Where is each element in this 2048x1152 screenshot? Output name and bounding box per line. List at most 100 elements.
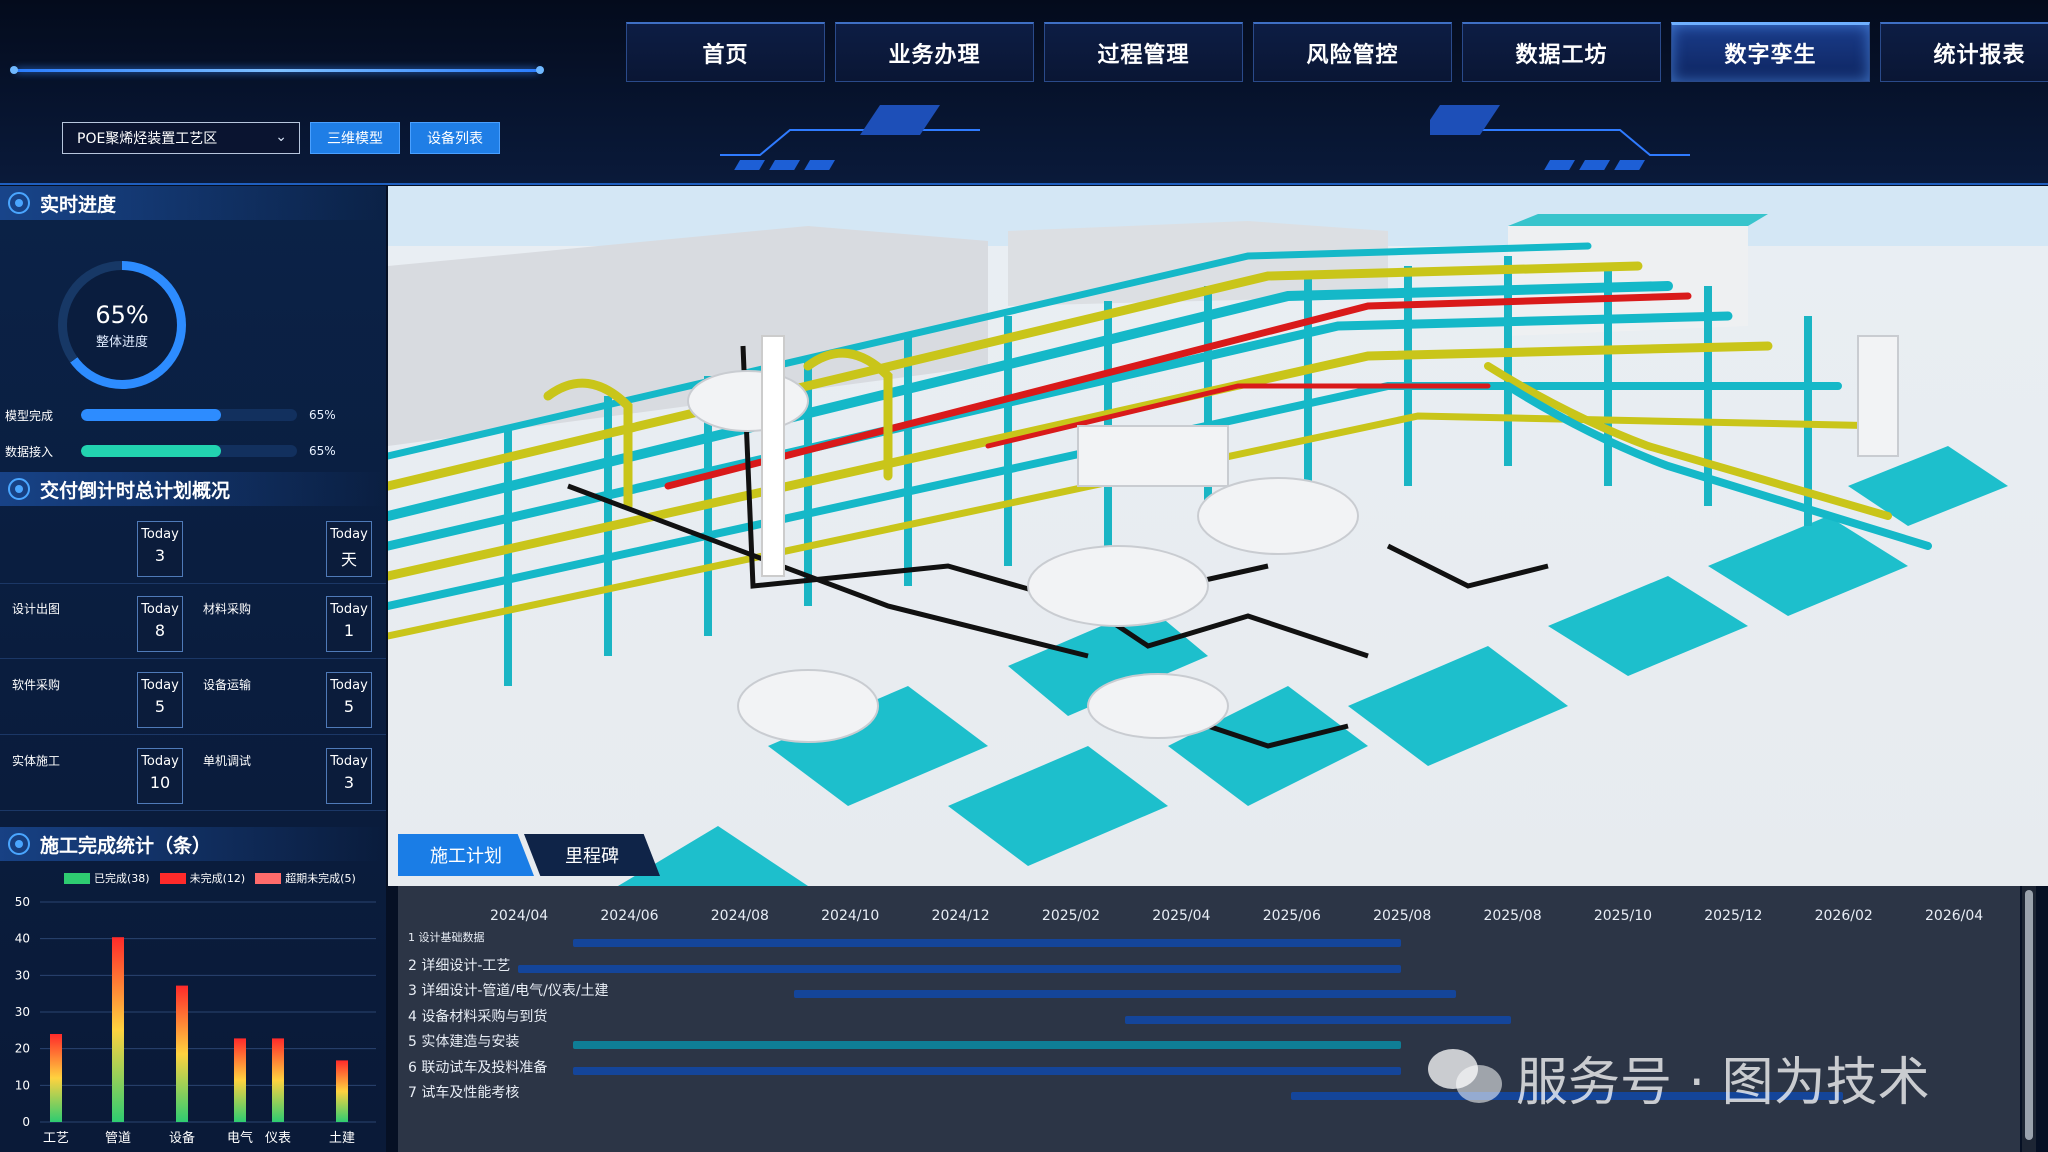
header-decor-line xyxy=(10,66,544,74)
area-select[interactable]: POE聚烯烃装置工艺区 ⌄ xyxy=(62,122,300,154)
main-nav: 首页 业务办理 过程管理 风险管控 数据工坊 数字孪生 统计报表 xyxy=(626,22,2048,82)
nav-business[interactable]: 业务办理 xyxy=(835,22,1034,82)
overall-progress-label: 整体进度 xyxy=(95,334,148,350)
bar-设备[interactable] xyxy=(176,985,188,1122)
countdown-box: Today 10 xyxy=(137,748,183,804)
x-tick-label: 电气 xyxy=(227,1130,253,1146)
countdown-title-text: 交付倒计时总计划概况 xyxy=(40,479,231,502)
gantt-month-label: 2025/08 xyxy=(1483,908,1542,924)
bar-仪表[interactable] xyxy=(272,1038,284,1122)
countdown-row: 设计出图 Today 8 材料采购 Today 1 xyxy=(0,589,386,659)
nav-digital-twin[interactable]: 数字孪生 xyxy=(1671,22,1870,82)
legend-item: 未完成(12) xyxy=(159,870,245,886)
gantt-bar[interactable] xyxy=(1125,1015,1512,1024)
countdown-value: 天 xyxy=(340,550,357,569)
nav-process[interactable]: 过程管理 xyxy=(1044,22,1243,82)
3d-model-viewport[interactable] xyxy=(388,186,2048,886)
today-label: Today xyxy=(141,602,179,617)
countdown-box: Today 8 xyxy=(137,596,183,652)
today-label: Today xyxy=(141,527,179,542)
top-header: 首页 业务办理 过程管理 风险管控 数据工坊 数字孪生 统计报表 POE聚烯烃装… xyxy=(0,0,2048,185)
target-icon xyxy=(8,478,30,500)
wechat-icon xyxy=(1428,1048,1502,1107)
countdown-value: 5 xyxy=(154,697,166,716)
bar-value: 65% xyxy=(309,408,336,422)
countdown-row: 软件采购 Today 5 设备运输 Today 5 xyxy=(0,665,386,735)
stats-title-text: 施工完成统计（条） xyxy=(40,834,212,857)
bar-label: 模型完成 xyxy=(5,408,54,423)
gantt-bar[interactable] xyxy=(573,1066,1402,1075)
gantt-month-label: 2024/04 xyxy=(490,908,549,924)
gantt-task-label: 1 设计基础数据 xyxy=(408,931,485,944)
watermark: 服务号 · 图为技术 xyxy=(1428,1040,1930,1115)
bar-工艺[interactable] xyxy=(50,1034,62,1122)
header-deco-left xyxy=(720,105,980,170)
stats-section-title: 施工完成统计（条） xyxy=(0,827,386,861)
y-tick-label: 0 xyxy=(22,1115,30,1129)
toolbar: POE聚烯烃装置工艺区 ⌄ 三维模型 设备列表 xyxy=(62,122,500,154)
gantt-month-label: 2025/02 xyxy=(1041,908,1101,924)
bar-管道[interactable] xyxy=(112,937,124,1122)
countdown-box: Today 5 xyxy=(326,672,372,728)
bar-土建[interactable] xyxy=(336,1060,348,1122)
y-tick-label: 10 xyxy=(15,1078,30,1092)
gantt-bar[interactable] xyxy=(573,1041,1402,1049)
countdown-box: Today 3 xyxy=(137,521,183,577)
progress-title-text: 实时进度 xyxy=(40,193,117,216)
legend-label: 已完成(38) xyxy=(94,872,150,885)
gantt-task-label: 7 试车及性能考核 xyxy=(408,1085,520,1101)
gantt-bar[interactable] xyxy=(793,990,1457,998)
nav-data-workshop[interactable]: 数据工坊 xyxy=(1462,22,1661,82)
plant-3d-render xyxy=(388,186,2048,886)
3d-model-button[interactable]: 三维模型 xyxy=(310,122,400,154)
today-label: Today xyxy=(330,602,368,617)
gantt-month-label: 2024/06 xyxy=(600,908,659,924)
today-label: Today xyxy=(330,754,368,769)
gantt-task-label: 3 详细设计-管道/电气/仪表/土建 xyxy=(408,983,609,999)
countdown-box: Today 1 xyxy=(326,596,372,652)
countdown-value: 10 xyxy=(149,773,171,792)
x-tick-label: 管道 xyxy=(105,1131,131,1146)
gantt-month-label: 2026/02 xyxy=(1814,908,1873,924)
progress-section-title: 实时进度 xyxy=(0,186,386,220)
overall-progress-ring: 65% 整体进度 xyxy=(58,261,186,389)
equipment-list-button[interactable]: 设备列表 xyxy=(410,122,500,154)
legend-swatch xyxy=(255,872,282,884)
y-tick-label: 30 xyxy=(15,1005,30,1019)
bar-label: 数据接入 xyxy=(5,444,54,459)
gantt-task-label: 5 实体建造与安装 xyxy=(408,1034,520,1050)
gantt-task-label: 6 联动试车及投料准备 xyxy=(408,1059,548,1076)
legend-swatch xyxy=(159,872,186,884)
tab-construction-plan[interactable]: 施工计划 xyxy=(398,834,534,876)
gantt-month-label: 2025/06 xyxy=(1262,908,1321,924)
legend-label: 超期未完成(5) xyxy=(285,872,356,885)
legend-item: 超期未完成(5) xyxy=(255,870,356,886)
data-access-row: 数据接入 65% xyxy=(5,441,385,461)
gantt-month-label: 2025/12 xyxy=(1704,908,1763,924)
scroll-thumb[interactable] xyxy=(2025,890,2033,1140)
y-tick-label: 50 xyxy=(15,895,30,909)
tab-milestone[interactable]: 里程碑 xyxy=(524,834,660,876)
gantt-bar[interactable] xyxy=(518,964,1402,973)
bar-track xyxy=(81,445,297,457)
gantt-scrollbar[interactable] xyxy=(2022,886,2036,1152)
countdown-box: Today 天 xyxy=(326,521,372,577)
countdown-label: 设计出图 xyxy=(12,602,61,616)
gantt-bar[interactable] xyxy=(573,939,1402,947)
x-tick-label: 设备 xyxy=(169,1130,195,1146)
x-tick-label: 工艺 xyxy=(43,1131,69,1146)
nav-risk[interactable]: 风险管控 xyxy=(1253,22,1452,82)
bar-电气[interactable] xyxy=(234,1038,246,1122)
countdown-value: 8 xyxy=(154,621,166,640)
countdown-value: 1 xyxy=(343,621,355,640)
today-label: Today xyxy=(141,678,179,693)
today-label: Today xyxy=(141,754,179,769)
nav-home[interactable]: 首页 xyxy=(626,22,825,82)
nav-reports[interactable]: 统计报表 xyxy=(1880,22,2048,82)
area-select-value: POE聚烯烃装置工艺区 xyxy=(77,131,218,147)
y-tick-label: 40 xyxy=(15,932,30,946)
gantt-task-label: 2 详细设计-工艺 xyxy=(408,957,511,974)
countdown-section-title: 交付倒计时总计划概况 xyxy=(0,472,386,506)
legend-swatch xyxy=(64,872,90,884)
x-tick-label: 仪表 xyxy=(265,1131,291,1146)
